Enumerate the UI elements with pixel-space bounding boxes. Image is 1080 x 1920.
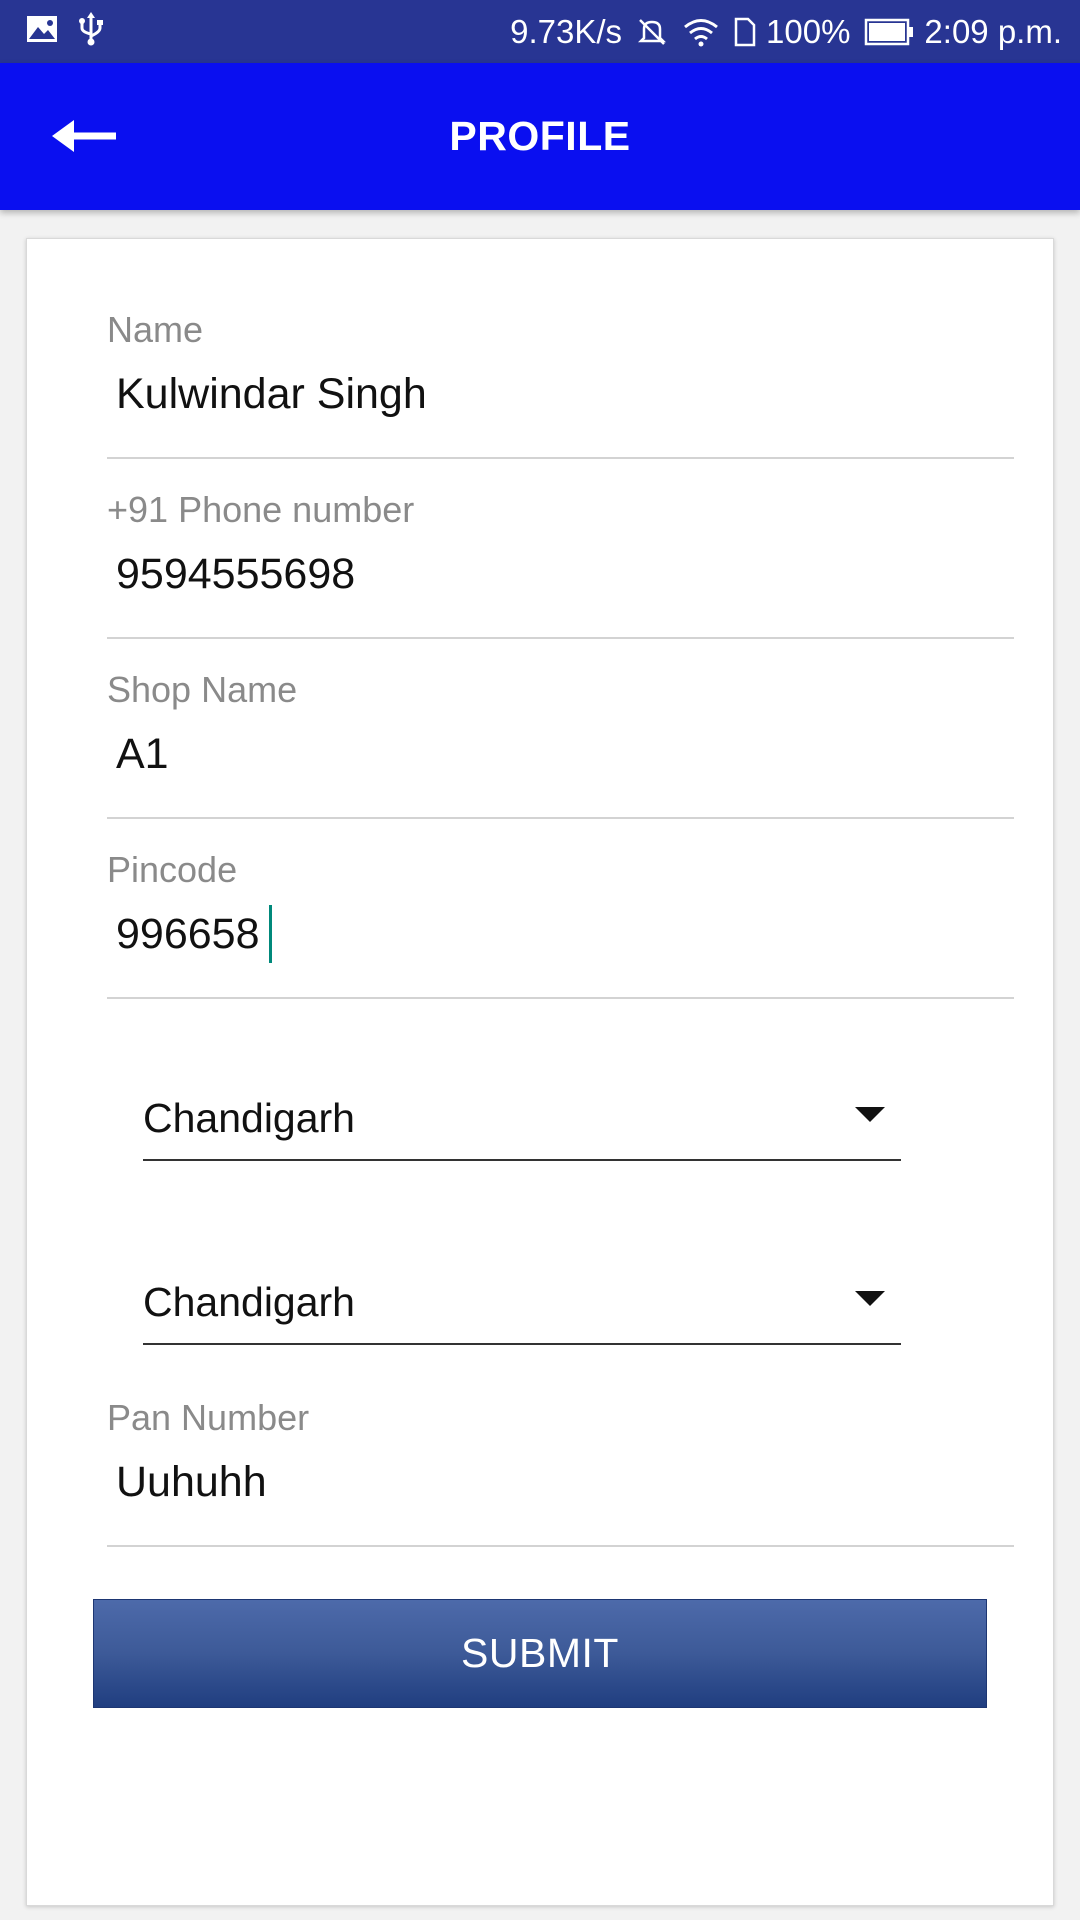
state-selected-value: Chandigarh [143,1095,355,1141]
usb-icon [78,12,104,51]
clock: 2:09 p.m. [924,12,1062,50]
dropdown-arrow-icon [855,1291,885,1306]
state-dropdown[interactable]: Chandigarh [143,1091,901,1161]
text-cursor [269,905,272,963]
status-bar: 9.73K/s 100% 2:09 p.m. [0,0,1080,63]
submit-button[interactable]: SUBMIT [93,1599,987,1708]
name-label: Name [107,309,204,350]
dropdown-arrow-icon [855,1107,885,1122]
sim-icon [734,17,756,47]
shop-name-field: Shop Name [107,669,1014,819]
wifi-icon [682,17,720,47]
phone-input[interactable] [107,545,1014,603]
city-selected-value: Chandigarh [143,1279,355,1325]
name-input[interactable] [107,365,1014,423]
city-dropdown[interactable]: Chandigarh [143,1275,901,1345]
mute-icon [636,16,668,48]
image-icon [26,15,58,48]
pan-number-input[interactable] [107,1453,1014,1511]
name-field: Name [107,309,1014,459]
pincode-label: Pincode [107,849,238,890]
pan-number-label: Pan Number [107,1397,310,1438]
pincode-field: Pincode [107,849,1014,999]
pincode-input[interactable] [107,905,1014,963]
status-left-icons [26,0,104,63]
phone-field: +91 Phone number [107,489,1014,639]
profile-form-card: Name +91 Phone number Shop Name Pincode … [26,238,1054,1906]
page-title: PROFILE [449,113,631,159]
shop-name-input[interactable] [107,725,1014,783]
battery-percent: 100% [766,12,851,50]
battery-icon [864,18,914,46]
network-speed: 9.73K/s [510,12,623,50]
phone-label: +91 Phone number [107,489,415,530]
status-right: 9.73K/s 100% 2:09 p.m. [500,0,1062,63]
shop-name-label: Shop Name [107,669,298,710]
app-bar: PROFILE [0,63,1080,210]
pan-number-field: Pan Number [107,1397,1014,1547]
